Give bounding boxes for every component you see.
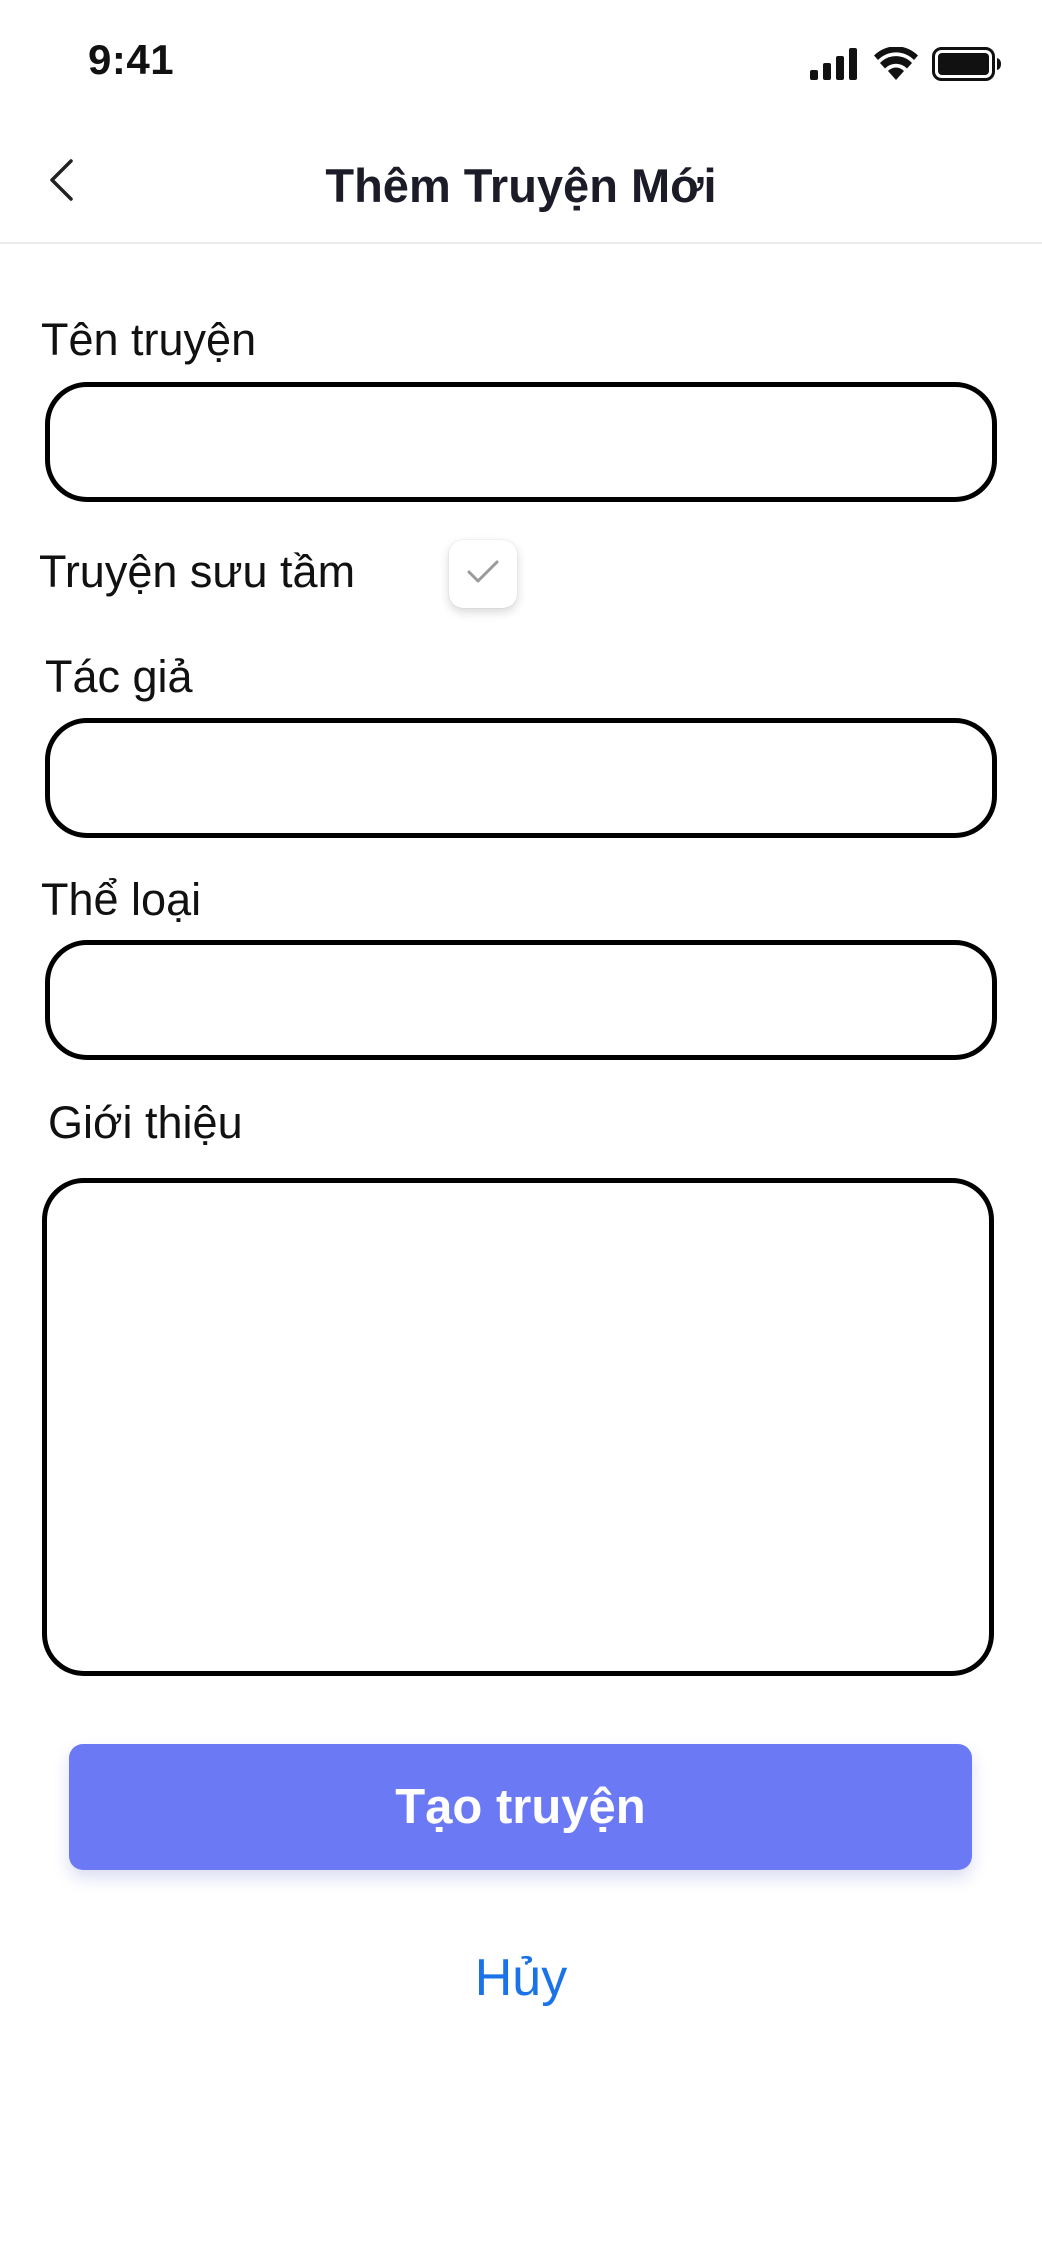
- title-input[interactable]: [45, 382, 997, 502]
- collected-checkbox[interactable]: [449, 540, 517, 608]
- add-story-screen: 9:41 Thêm Truyện Mới Tên truyện Truyện s…: [0, 0, 1042, 2256]
- checkmark-icon: [466, 559, 500, 590]
- status-time: 9:41: [88, 36, 175, 83]
- status-bar: 9:41: [0, 0, 1042, 120]
- intro-textarea[interactable]: [42, 1178, 994, 1676]
- author-input[interactable]: [45, 718, 997, 838]
- collected-label: Truyện sưu tầm: [39, 546, 356, 597]
- signal-icon: [810, 48, 860, 80]
- author-label: Tác giả: [45, 651, 193, 702]
- title-label: Tên truyện: [41, 314, 257, 365]
- status-icons: [810, 44, 1002, 84]
- nav-bar: Thêm Truyện Mới: [0, 120, 1042, 244]
- genre-input[interactable]: [45, 940, 997, 1060]
- intro-label: Giới thiệu: [48, 1097, 243, 1148]
- create-story-button[interactable]: Tạo truyện: [69, 1744, 972, 1870]
- cancel-button[interactable]: Hủy: [0, 1948, 1042, 2008]
- battery-icon: [932, 47, 1002, 81]
- wifi-icon: [874, 47, 918, 81]
- page-title: Thêm Truyện Mới: [325, 159, 717, 212]
- genre-label: Thể loại: [41, 874, 202, 925]
